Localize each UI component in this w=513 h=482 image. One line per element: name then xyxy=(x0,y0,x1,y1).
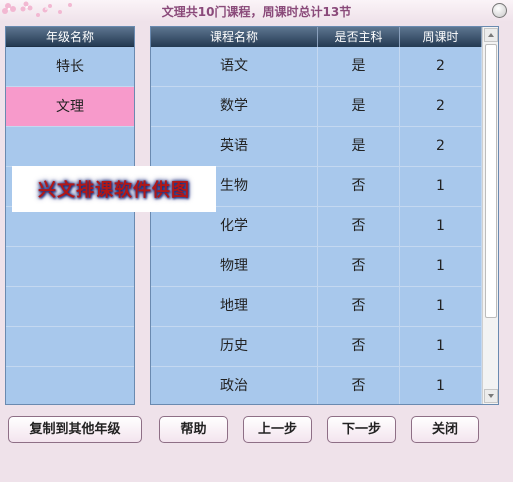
circle-close-icon[interactable] xyxy=(492,3,507,18)
grade-row-empty xyxy=(6,247,134,287)
table-row[interactable]: 英语 是 2 xyxy=(151,127,482,167)
column-header-is-main-subject[interactable]: 是否主科 xyxy=(318,27,400,47)
close-button[interactable]: 关闭 xyxy=(411,416,479,443)
main-subject-cell[interactable]: 是 xyxy=(318,127,400,166)
weekly-hours-cell[interactable]: 2 xyxy=(400,127,482,166)
grade-row-liberal-arts-science[interactable]: 文理 xyxy=(6,87,134,127)
grade-row-empty xyxy=(6,127,134,167)
previous-step-button[interactable]: 上一步 xyxy=(243,416,312,443)
course-name-cell[interactable]: 物理 xyxy=(151,247,318,286)
grade-list-panel: 年级名称 特长 文理 xyxy=(5,26,135,405)
weekly-hours-cell[interactable]: 1 xyxy=(400,367,482,404)
copy-to-other-grades-button[interactable]: 复制到其他年级 xyxy=(8,416,142,443)
main-subject-cell[interactable]: 否 xyxy=(318,167,400,206)
grade-row-empty xyxy=(6,287,134,327)
main-subject-cell[interactable]: 是 xyxy=(318,87,400,126)
course-name-cell[interactable]: 历史 xyxy=(151,327,318,366)
course-name-cell[interactable]: 数学 xyxy=(151,87,318,126)
table-row[interactable]: 化学 否 1 xyxy=(151,207,482,247)
weekly-hours-cell[interactable]: 1 xyxy=(400,247,482,286)
course-name-cell[interactable]: 政治 xyxy=(151,367,318,404)
table-row[interactable]: 地理 否 1 xyxy=(151,287,482,327)
grade-row-empty xyxy=(6,327,134,367)
course-name-cell[interactable]: 化学 xyxy=(151,207,318,246)
table-row[interactable]: 语文 是 2 xyxy=(151,47,482,87)
grade-row-empty xyxy=(6,367,134,404)
weekly-hours-cell[interactable]: 2 xyxy=(400,47,482,86)
weekly-hours-cell[interactable]: 1 xyxy=(400,207,482,246)
main-subject-cell[interactable]: 否 xyxy=(318,327,400,366)
next-step-button[interactable]: 下一步 xyxy=(327,416,396,443)
main-subject-cell[interactable]: 否 xyxy=(318,207,400,246)
grade-row-empty xyxy=(6,207,134,247)
main-subject-cell[interactable]: 否 xyxy=(318,247,400,286)
course-name-cell[interactable]: 地理 xyxy=(151,287,318,326)
column-header-course-name[interactable]: 课程名称 xyxy=(151,27,318,47)
vertical-scrollbar[interactable] xyxy=(482,27,498,404)
course-table-header: 课程名称 是否主科 周课时 xyxy=(151,27,482,47)
course-name-cell[interactable]: 英语 xyxy=(151,127,318,166)
table-row[interactable]: 数学 是 2 xyxy=(151,87,482,127)
weekly-hours-cell[interactable]: 1 xyxy=(400,287,482,326)
weekly-hours-cell[interactable]: 2 xyxy=(400,87,482,126)
grade-row-specialty[interactable]: 特长 xyxy=(6,47,134,87)
help-button[interactable]: 帮助 xyxy=(159,416,228,443)
table-row[interactable]: 物理 否 1 xyxy=(151,247,482,287)
scroll-up-arrow-icon[interactable] xyxy=(484,28,498,42)
weekly-hours-cell[interactable]: 1 xyxy=(400,167,482,206)
main-subject-cell[interactable]: 是 xyxy=(318,47,400,86)
main-subject-cell[interactable]: 否 xyxy=(318,287,400,326)
table-row[interactable]: 历史 否 1 xyxy=(151,327,482,367)
weekly-hours-cell[interactable]: 1 xyxy=(400,327,482,366)
title-bar: 文理共10门课程，周课时总计13节 xyxy=(0,0,513,22)
course-table-panel: 课程名称 是否主科 周课时 语文 是 2 数学 是 2 英语 是 2 生物 否 … xyxy=(150,26,499,405)
window-title: 文理共10门课程，周课时总计13节 xyxy=(161,5,352,19)
grade-list-header: 年级名称 xyxy=(6,27,134,47)
scroll-down-arrow-icon[interactable] xyxy=(484,389,498,403)
main-subject-cell[interactable]: 否 xyxy=(318,367,400,404)
course-name-cell[interactable]: 语文 xyxy=(151,47,318,86)
watermark-overlay: 兴文排课软件供图 xyxy=(12,166,216,212)
column-header-weekly-hours[interactable]: 周课时 xyxy=(400,27,482,47)
table-row[interactable]: 政治 否 1 xyxy=(151,367,482,404)
course-table-body: 语文 是 2 数学 是 2 英语 是 2 生物 否 1 化学 否 1 物理 否 … xyxy=(151,47,482,404)
watermark-text: 兴文排课软件供图 xyxy=(38,180,190,201)
scrollbar-thumb[interactable] xyxy=(485,44,497,318)
